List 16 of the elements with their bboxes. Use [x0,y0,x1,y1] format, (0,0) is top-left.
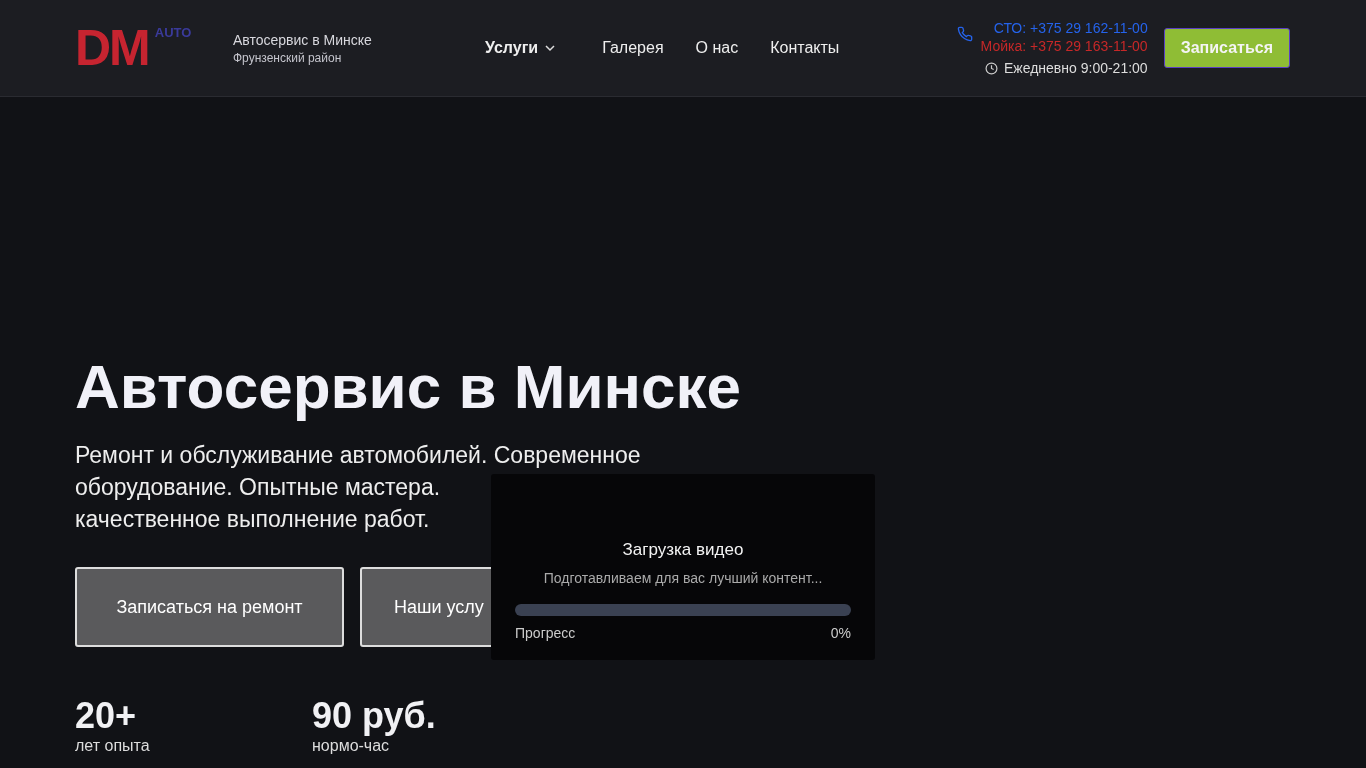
loading-title: Загрузка видео [622,540,744,560]
progress-label: Прогресс [515,625,576,641]
loading-text: Подготавливаем для вас лучший контент... [543,570,823,586]
logo-tag: AUTO [154,25,192,40]
stat-label: лет опыта [75,737,151,755]
hero-description-line: оборудование. Опытные мастера. [75,473,441,502]
hero-description-line: качественное выполнение работ. [75,505,430,534]
progress-value: 0% [830,625,851,641]
stat-label: нормо-час [312,737,391,755]
site-title: Автосервис в Минске [233,31,372,48]
opening-hours: Ежедневно 9:00-21:00 [1004,60,1148,76]
stat-value: 20+ [75,695,138,737]
stat-value: 90 руб. [312,695,437,737]
site-subtitle: Фрунзенский район [233,50,343,65]
hero-title: Автосервис в Минске [75,351,742,423]
hero-description-line: Ремонт и обслуживание автомобилей. Современное [75,441,641,470]
